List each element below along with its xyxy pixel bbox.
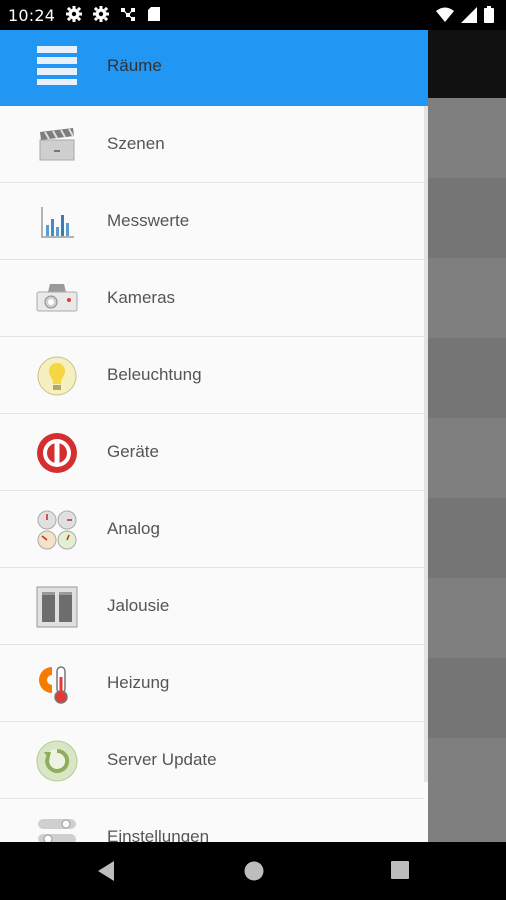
drawer-item-label: Server Update <box>107 750 217 769</box>
gear-icon <box>93 6 109 22</box>
gauges-icon <box>37 510 77 550</box>
drawer-item-raeume[interactable]: Räume <box>0 30 428 106</box>
drawer-item-messwerte[interactable]: Messwerte <box>0 183 424 260</box>
drawer-item-label: Geräte <box>107 442 159 461</box>
drawer-item-heizung[interactable]: Heizung <box>0 645 424 722</box>
background-row <box>428 498 506 578</box>
background-row <box>428 98 506 178</box>
drawer-item-label: Messwerte <box>107 211 190 230</box>
drawer-item-label: Kameras <box>107 288 176 307</box>
lightbulb-icon <box>37 356 77 396</box>
drawer-item-label: Heizung <box>107 673 170 692</box>
drawer-item-label: Einstellungen <box>107 827 210 842</box>
hamburger-menu-icon <box>37 46 77 85</box>
wifi-icon <box>436 7 454 22</box>
drawer-item-jalousie[interactable]: Jalousie <box>0 568 424 645</box>
recents-icon[interactable] <box>390 860 410 880</box>
background-row <box>428 738 506 842</box>
background-row <box>428 418 506 498</box>
drawer-item-server-update[interactable]: Server Update <box>0 722 424 799</box>
drawer-item-beleuchtung[interactable]: Beleuchtung <box>0 337 424 414</box>
drawer-item-label: Beleuchtung <box>107 365 202 384</box>
thermometer-icon <box>39 666 68 704</box>
bar-chart-icon <box>41 207 74 238</box>
background-row <box>428 338 506 418</box>
background-content-scrim[interactable] <box>428 30 506 842</box>
sd-card-icon <box>148 7 160 21</box>
camera-icon <box>36 284 78 312</box>
network-icon <box>121 8 135 21</box>
refresh-icon <box>36 740 78 782</box>
clapperboard-icon <box>39 128 75 161</box>
battery-icon <box>484 6 494 23</box>
drawer-item-geraete[interactable]: Geräte <box>0 414 424 491</box>
system-navigation-bar <box>0 842 506 900</box>
drawer-item-label: Analog <box>107 519 160 538</box>
drawer-item-label: Jalousie <box>107 596 170 615</box>
status-bar: 10:24 <box>0 0 506 30</box>
drawer-item-szenen[interactable]: Szenen <box>0 106 424 183</box>
drawer-item-label: Szenen <box>107 134 165 153</box>
power-icon <box>37 433 77 473</box>
background-row <box>428 178 506 258</box>
background-toolbar <box>428 30 506 98</box>
signal-icon <box>461 6 477 23</box>
background-row <box>428 258 506 338</box>
navigation-drawer: Räume Szenen Messwerte Kameras Beleuchtu… <box>0 30 428 842</box>
window-blinds-icon <box>36 586 78 628</box>
drawer-item-analog[interactable]: Analog <box>0 491 424 568</box>
status-time: 10:24 <box>8 6 56 25</box>
background-row <box>428 578 506 658</box>
back-icon[interactable] <box>96 860 116 882</box>
drawer-item-label: Räume <box>107 56 162 75</box>
background-row <box>428 658 506 738</box>
drawer-scrollbar[interactable] <box>424 106 428 782</box>
home-icon[interactable] <box>243 860 265 882</box>
settings-sliders-icon <box>38 819 76 842</box>
drawer-item-einstellungen[interactable]: Einstellungen <box>0 799 424 842</box>
gear-icon <box>66 6 82 22</box>
drawer-item-kameras[interactable]: Kameras <box>0 260 424 337</box>
